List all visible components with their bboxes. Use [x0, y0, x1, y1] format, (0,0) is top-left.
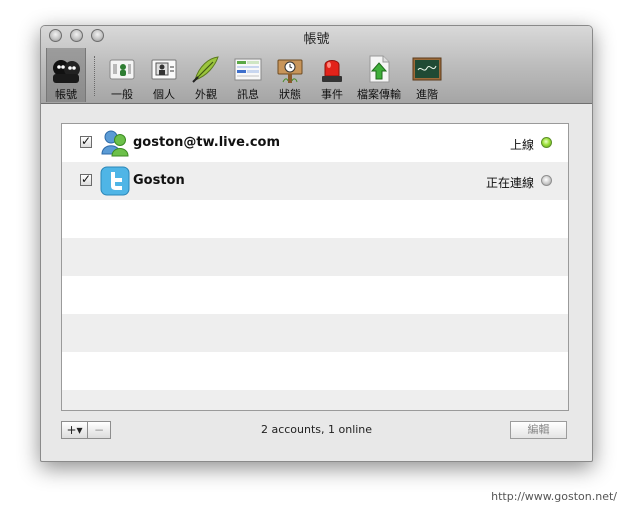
window-title: 帳號	[303, 32, 330, 47]
accounts-icon	[53, 60, 80, 83]
status-icon	[277, 59, 303, 83]
tab-personal-label: 個人	[153, 88, 175, 101]
tab-accounts-label: 帳號	[55, 88, 77, 101]
advanced-icon	[412, 57, 442, 81]
account-status-label: 上線	[509, 138, 534, 152]
personal-icon	[151, 59, 177, 80]
twitter-icon	[100, 166, 130, 196]
empty-row	[62, 352, 568, 390]
tab-file-transfer-label: 檔案傳輸	[357, 88, 401, 101]
preferences-toolbar: 帳號 一般 個人 外觀 訊息 狀態 事件 檔案傳輸 進階	[41, 48, 592, 102]
account-enabled-checkbox[interactable]: ✓	[80, 173, 92, 186]
screenshot-canvas: 帳號 帳號 一般 個人 外觀 訊息 狀態 事件 檔案傳輸 進階 ✓ goston…	[0, 0, 631, 515]
events-icon	[322, 60, 342, 82]
empty-row	[62, 276, 568, 314]
tab-appearance-label: 外觀	[195, 88, 217, 101]
tab-general-label: 一般	[111, 88, 133, 101]
preferences-window: 帳號 帳號 一般 個人 外觀 訊息 狀態 事件 檔案傳輸 進階 ✓ goston…	[40, 25, 593, 462]
tab-events-label: 事件	[321, 88, 343, 101]
tab-advanced-label: 進階	[416, 88, 438, 101]
watermark: http://www.goston.net/	[491, 490, 617, 503]
toolbar-separator	[94, 56, 95, 96]
title-bar: 帳號 帳號 一般 個人 外觀 訊息 狀態 事件 檔案傳輸 進階	[41, 26, 592, 104]
msn-icon	[101, 130, 129, 157]
tab-status[interactable]: 狀態	[271, 54, 309, 102]
file-transfer-icon	[369, 55, 390, 83]
tab-messages[interactable]: 訊息	[229, 54, 267, 102]
appearance-icon	[192, 56, 219, 83]
tab-appearance[interactable]: 外觀	[187, 54, 225, 102]
tab-advanced[interactable]: 進階	[407, 54, 447, 102]
tab-general[interactable]: 一般	[103, 54, 141, 102]
empty-row	[62, 314, 568, 352]
general-icon	[109, 59, 135, 80]
accounts-list: ✓ goston@tw.live.com 上線 ✓ Goston 正在連線	[61, 123, 569, 411]
edit-button[interactable]: 編輯	[510, 421, 567, 439]
tab-status-label: 狀態	[279, 88, 301, 101]
empty-row	[62, 390, 568, 410]
account-name: goston@tw.live.com	[133, 135, 281, 150]
tab-file-transfer[interactable]: 檔案傳輸	[353, 54, 405, 102]
tab-events[interactable]: 事件	[313, 54, 351, 102]
tab-personal[interactable]: 個人	[145, 54, 183, 102]
tab-accounts[interactable]: 帳號	[46, 54, 86, 102]
account-status-label: 正在連線	[485, 176, 534, 190]
tab-messages-label: 訊息	[237, 88, 259, 101]
account-row-msn[interactable]: ✓ goston@tw.live.com 上線	[62, 124, 568, 162]
empty-row	[62, 200, 568, 238]
messages-icon	[234, 58, 262, 81]
account-row-twitter[interactable]: ✓ Goston 正在連線	[62, 162, 568, 200]
status-connecting-indicator	[541, 175, 552, 186]
status-online-indicator	[541, 137, 552, 148]
account-enabled-checkbox[interactable]: ✓	[80, 135, 92, 148]
empty-row	[62, 238, 568, 276]
account-name: Goston	[133, 173, 185, 188]
